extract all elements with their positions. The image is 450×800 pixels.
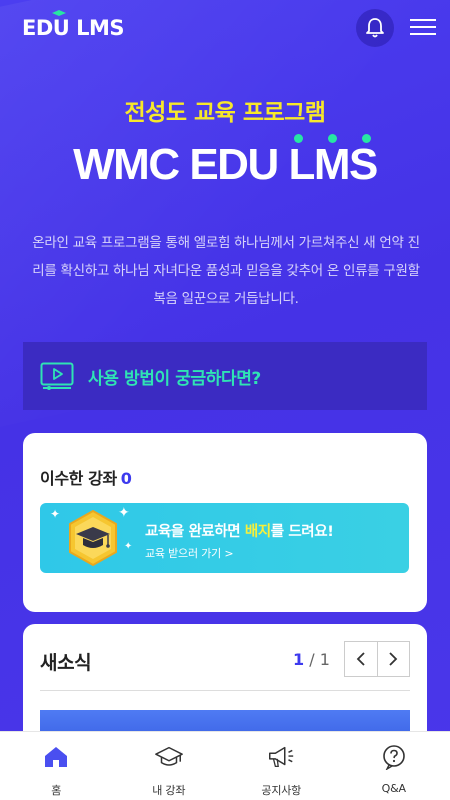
completed-courses-card: 이수한 강좌 0 ✦ ✦ ✦ 교육을 완료하면 배지를 드려요! 교육 받으러 가… — [23, 433, 427, 612]
go-to-courses-link[interactable]: 교육 받으러 가기 > — [145, 545, 234, 561]
sparkle-icon: ✦ — [50, 507, 61, 521]
bell-icon — [366, 18, 384, 38]
nav-notices[interactable]: 공지사항 — [225, 732, 338, 800]
graduation-cap-icon — [154, 746, 183, 766]
hero-subtitle: 전성도 교육 프로그램 — [124, 100, 326, 126]
nav-qna-label: Q&A — [381, 782, 406, 795]
nav-my-courses[interactable]: 내 강좌 — [113, 732, 226, 800]
completed-courses-label: 이수한 강좌 0 — [40, 465, 132, 489]
badge-promo-banner[interactable]: ✦ ✦ ✦ 교육을 완료하면 배지를 드려요! 교육 받으러 가기 > — [40, 503, 409, 573]
graduation-badge-icon — [69, 509, 117, 567]
notifications-button[interactable] — [356, 9, 394, 47]
bottom-navigation: 홈 내 강좌 공지사항 Q&A — [0, 731, 450, 800]
news-nav-buttons — [344, 641, 410, 677]
nav-notices-label: 공지사항 — [261, 784, 302, 797]
completed-count: 0 — [120, 469, 132, 488]
hero-title: WMC EDU LMS — [73, 140, 378, 189]
home-icon — [45, 747, 68, 767]
nav-home-label: 홈 — [51, 784, 62, 797]
news-next-button[interactable] — [378, 642, 410, 676]
news-title: 새소식 — [40, 652, 92, 674]
top-bar: EDU LMS — [0, 0, 450, 58]
badge-text-before: 교육을 완료하면 — [145, 524, 245, 540]
nav-my-courses-label: 내 강좌 — [152, 784, 186, 797]
completed-label-text: 이수한 강좌 — [40, 469, 117, 488]
badge-text-highlight: 배지 — [244, 524, 271, 540]
question-icon — [382, 745, 405, 770]
video-play-icon — [40, 362, 74, 390]
news-prev-button[interactable] — [345, 642, 378, 676]
megaphone-icon — [269, 746, 294, 768]
howto-banner[interactable]: 사용 방법이 궁금하다면? — [23, 342, 427, 410]
logo-text: EDU LMS — [22, 16, 125, 40]
chevron-right-icon — [389, 652, 398, 666]
badge-promo-text: 교육을 완료하면 배지를 드려요! — [145, 520, 334, 541]
sparkle-icon: ✦ — [124, 541, 133, 552]
howto-label: 사용 방법이 궁금하다면? — [88, 368, 261, 389]
pager-current: 1 — [293, 650, 305, 669]
badge-text-after: 를 드려요! — [270, 524, 334, 540]
nav-home[interactable]: 홈 — [0, 732, 113, 800]
app-logo[interactable]: EDU LMS — [22, 10, 125, 40]
nav-qna[interactable]: Q&A — [338, 732, 450, 800]
pager-total: 1 — [319, 650, 330, 669]
pager-separator: / — [304, 650, 320, 669]
logo-cap-icon — [52, 10, 66, 16]
news-pager: 1 / 1 — [293, 650, 330, 669]
chevron-left-icon — [356, 652, 365, 666]
hero-description: 온라인 교육 프로그램을 통해 엘로힘 하나님께서 가르쳐주신 새 언약 진리를… — [32, 235, 420, 307]
news-divider — [40, 690, 410, 691]
hamburger-menu-icon[interactable] — [410, 14, 436, 40]
